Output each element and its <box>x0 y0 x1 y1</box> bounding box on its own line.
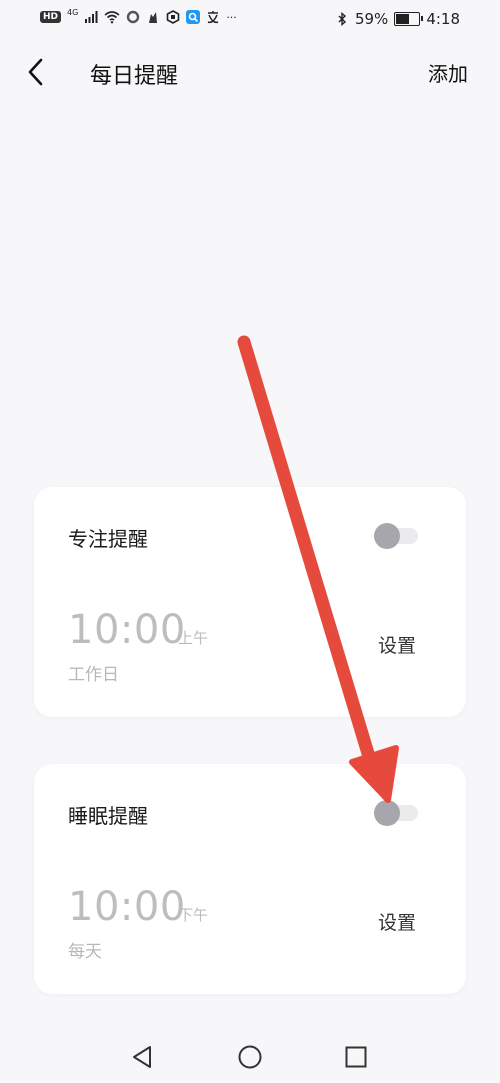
toggle-knob <box>374 523 400 549</box>
focus-settings-button[interactable]: 设置 <box>378 631 416 658</box>
back-button[interactable] <box>18 52 54 92</box>
reminder-card-focus: 专注提醒 10:00 上午 工作日 设置 <box>34 487 466 717</box>
reminder-repeat: 每天 <box>68 942 102 962</box>
sleep-settings-button[interactable]: 设置 <box>378 908 416 935</box>
more-notifications: ··· <box>226 10 237 24</box>
nav-recents-square-icon[interactable] <box>341 1042 371 1072</box>
nav-home-circle-icon[interactable] <box>235 1042 265 1072</box>
title-bar: 每日提醒 添加 <box>0 38 500 108</box>
hd-badge: HD <box>40 11 62 23</box>
page-title: 每日提醒 <box>90 64 179 89</box>
battery-fill <box>396 14 409 24</box>
reminder-card-sleep: 睡眠提醒 10:00 下午 每天 设置 <box>34 764 466 994</box>
hexagon-app-icon <box>167 10 180 24</box>
reminder-repeat: 工作日 <box>68 665 119 685</box>
chevron-left-icon <box>28 58 43 86</box>
search-app-icon <box>186 10 201 24</box>
text-app-icon <box>208 11 219 24</box>
focus-reminder-toggle[interactable] <box>374 523 420 549</box>
sleep-reminder-toggle[interactable] <box>374 800 420 826</box>
add-reminder-button[interactable]: 添加 <box>428 58 468 87</box>
toggle-knob <box>374 800 400 826</box>
clock: 4:18 <box>426 10 460 28</box>
battery-percent: 59% <box>354 10 389 28</box>
reminder-time: 10:00 <box>68 884 186 930</box>
reminder-period: 上午 <box>178 629 209 647</box>
wifi-icon <box>104 11 120 24</box>
battery-icon <box>394 12 424 26</box>
bluetooth-icon <box>338 12 347 26</box>
network-type: 4G <box>67 7 79 17</box>
nav-back-triangle-icon[interactable] <box>128 1042 158 1072</box>
ring-icon <box>127 10 140 24</box>
app-notification-icon <box>149 12 158 23</box>
navigation-bar <box>0 1030 500 1083</box>
status-right: 59% 4:18 <box>335 10 460 28</box>
reminder-title: 睡眠提醒 <box>68 804 148 828</box>
signal-icon <box>85 11 98 23</box>
status-bar: HD 4G ··· 59% 4:18 <box>0 0 500 38</box>
reminder-period: 下午 <box>178 906 209 924</box>
reminder-time: 10:00 <box>68 607 186 653</box>
status-left: HD 4G ··· <box>40 7 237 24</box>
reminder-title: 专注提醒 <box>68 527 148 551</box>
